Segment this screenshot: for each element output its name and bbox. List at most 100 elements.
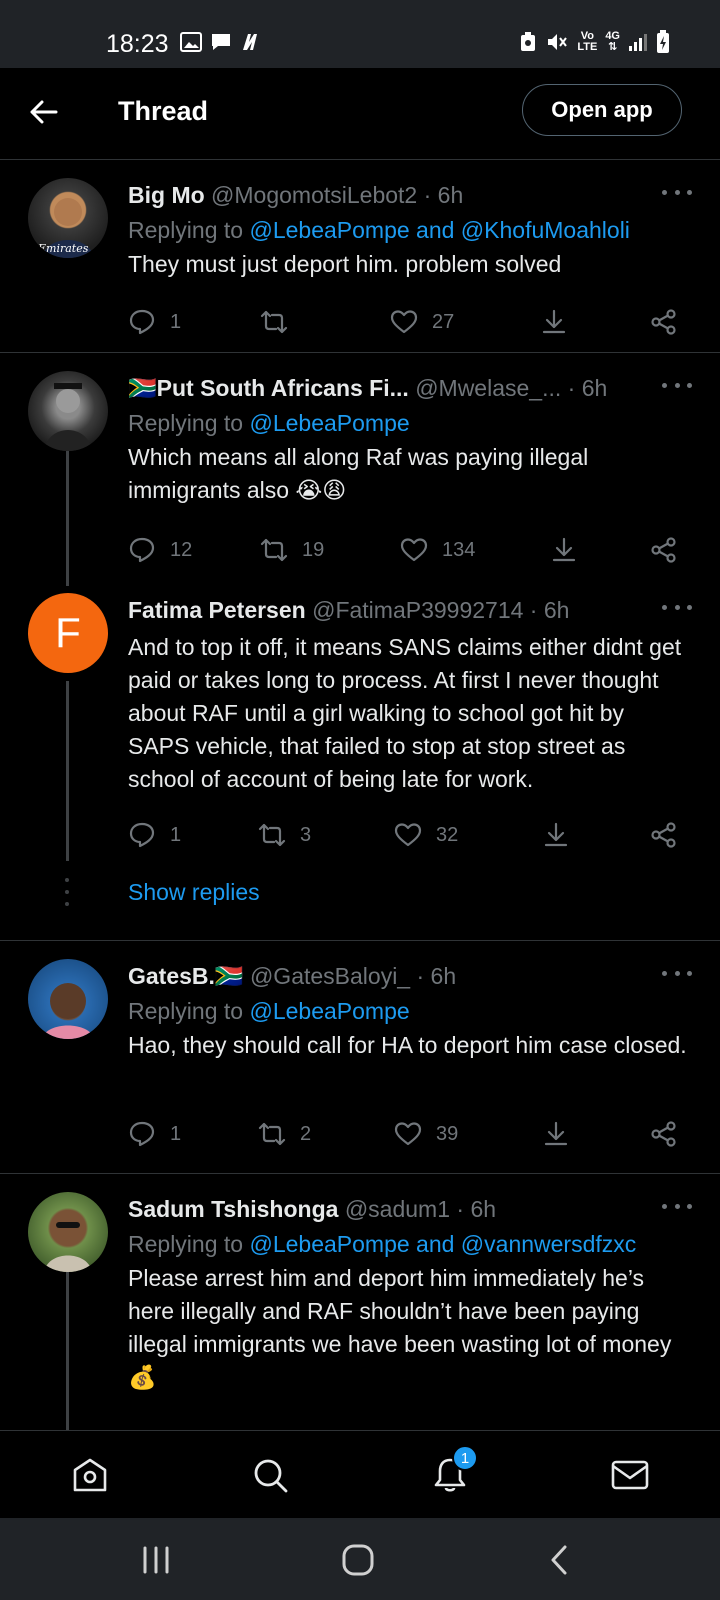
reply-icon [129,1121,155,1147]
share-button[interactable] [650,1114,692,1154]
author-handle[interactable]: @Mwelase_... [415,375,561,401]
like-count: 32 [436,823,459,846]
recycle-icon [521,32,536,51]
author-handle[interactable]: @MogomotsiLebot2 [211,182,417,208]
chevron-left-icon [551,1545,567,1575]
more-options-icon[interactable] [662,1196,692,1216]
reply-button[interactable]: 12 [128,530,192,570]
netflix-icon [243,34,257,50]
download-icon [552,537,576,562]
tweet-meta: Sadum Tshishonga @sadum1 · 6h [128,1194,690,1224]
bookmark-button[interactable] [540,302,582,342]
notification-badge: 1 [452,1445,478,1471]
share-button[interactable] [650,815,692,855]
replying-to: Replying to @LebeaPompe [128,998,410,1024]
author-name[interactable]: Sadum Tshishonga [128,1196,338,1222]
tweet-fatima-petersen[interactable]: F Fatima Petersen @FatimaP39992714 · 6h … [0,593,720,923]
tweet-body: Sadum Tshishonga @sadum1 · 6h Replying t… [128,1194,690,1394]
nav-home[interactable] [68,1453,112,1497]
back-system-button[interactable] [538,1538,582,1582]
more-options-icon[interactable] [662,375,692,395]
share-button[interactable] [650,302,692,342]
signal-icon [629,34,647,51]
replying-to: Replying to @LebeaPompe [128,410,410,436]
network-4g-label: 4G ⇅ [605,30,620,53]
author-handle[interactable]: @GatesBaloyi_ [250,963,410,989]
mention-link[interactable]: @LebeaPompe and @vannwersdfzxc [249,1231,636,1257]
message-icon [212,34,230,50]
like-count: 39 [436,1122,459,1145]
status-left-icons [180,32,264,52]
tweet-sadum-tshishonga[interactable]: Sadum Tshishonga @sadum1 · 6h Replying t… [0,1174,720,1430]
author-name[interactable]: 🇿🇦Put South Africans Fi... [128,375,409,401]
system-nav-bar [0,1518,720,1600]
retweet-button[interactable] [260,302,302,342]
retweet-icon [260,538,288,562]
bookmark-button[interactable] [542,1114,584,1154]
mention-link[interactable]: @LebeaPompe [249,410,409,436]
avatar[interactable] [28,959,108,1039]
author-handle[interactable]: @sadum1 [345,1196,450,1222]
tweet-meta: 🇿🇦Put South Africans Fi... @Mwelase_... … [128,373,690,403]
home-system-button[interactable] [336,1538,380,1582]
like-button[interactable]: 39 [394,1114,458,1154]
tweet-time: · 6h [529,597,570,623]
more-options-icon[interactable] [662,963,692,983]
reply-button[interactable]: 1 [128,302,181,342]
share-button[interactable] [650,530,692,570]
retweet-button[interactable]: 19 [260,530,324,570]
like-button[interactable]: 27 [390,302,454,342]
thread-feed[interactable]: Emirates Big Mo @MogomotsiLebot2 · 6h Re… [0,160,720,1430]
mail-icon [611,1460,649,1490]
reply-button[interactable]: 1 [128,1114,181,1154]
reply-icon [129,309,155,335]
nav-notifications[interactable]: 1 [428,1445,478,1497]
back-button[interactable] [26,94,62,130]
more-options-icon[interactable] [662,182,692,202]
open-app-button[interactable]: Open app [522,84,682,136]
author-handle[interactable]: @FatimaP39992714 [312,597,523,623]
author-name[interactable]: Big Mo [128,182,205,208]
author-name[interactable]: Fatima Petersen [128,597,306,623]
bookmark-button[interactable] [550,530,592,570]
like-button[interactable]: 134 [400,530,475,570]
mention-link[interactable]: @LebeaPompe [249,998,409,1024]
avatar[interactable]: Emirates [28,178,108,258]
tweet-actions: 12 19 134 [128,530,694,570]
reply-button[interactable]: 1 [128,815,181,855]
show-replies-link[interactable]: Show replies [128,879,260,906]
tweet-big-mo[interactable]: Emirates Big Mo @MogomotsiLebot2 · 6h Re… [0,160,720,352]
tweet-put-south-africans-first[interactable]: 🇿🇦Put South Africans Fi... @Mwelase_... … [0,353,720,593]
retweet-button[interactable]: 3 [258,815,311,855]
tweet-actions: 1 2 39 [128,1114,694,1154]
bookmark-button[interactable] [542,815,584,855]
recent-apps-icon [143,1546,169,1574]
tweet-gatesb[interactable]: GatesB.🇿🇦 @GatesBaloyi_ · 6h Replying to… [0,941,720,1173]
heart-icon [400,538,428,562]
share-icon [651,1121,676,1147]
more-options-icon[interactable] [662,597,692,617]
retweet-icon [258,823,286,847]
avatar[interactable] [28,371,108,451]
arrow-left-icon [30,100,58,124]
recent-apps-button[interactable] [134,1538,178,1582]
home-icon [73,1458,107,1492]
tweet-text: They must just deport him. problem solve… [128,251,562,277]
status-right-icons: Vo LTE 4G ⇅ [519,30,670,54]
tweet-time: · 6h [456,1196,497,1222]
avatar[interactable]: F [28,593,108,673]
nav-messages[interactable] [608,1453,652,1497]
mention-link[interactable]: @LebeaPompe and @KhofuMoahloli [249,217,629,243]
author-name[interactable]: GatesB.🇿🇦 [128,963,244,989]
nav-search[interactable] [248,1453,292,1497]
tweet-meta: Fatima Petersen @FatimaP39992714 · 6h [128,595,690,625]
like-button[interactable]: 32 [394,815,458,855]
status-time: 18:23 [106,30,169,58]
tweet-actions: 1 3 32 [128,815,694,855]
retweet-button[interactable]: 2 [258,1114,311,1154]
download-icon [544,1121,568,1146]
avatar[interactable] [28,1192,108,1272]
reply-count: 1 [170,310,182,333]
retweet-count: 19 [302,538,325,561]
retweet-count: 2 [300,1122,312,1145]
